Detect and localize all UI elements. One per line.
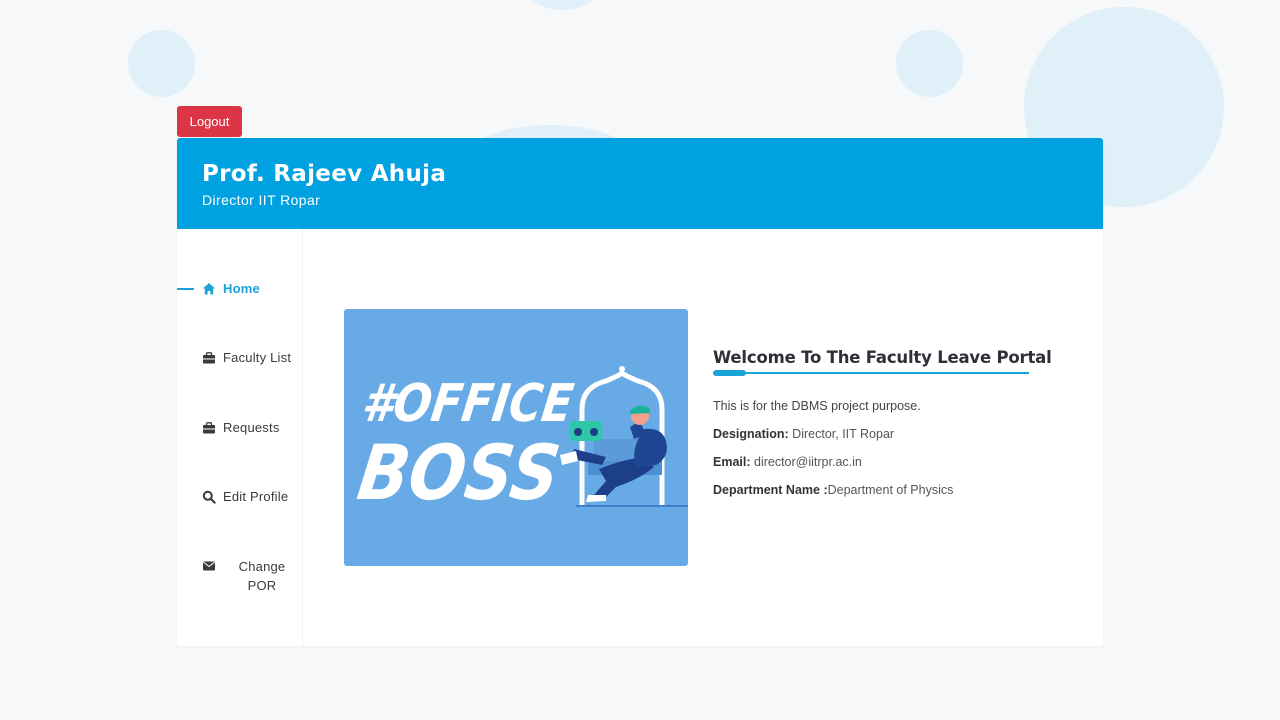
sidebar-item-home[interactable]: Home xyxy=(177,280,302,298)
welcome-description: This is for the DBMS project purpose. xyxy=(713,399,921,413)
department-row: Department Name :Department of Physics xyxy=(713,483,1043,497)
illustration-text-line2: BOSS xyxy=(353,429,565,518)
envelope-icon xyxy=(203,561,215,571)
profile-name: Prof. Rajeev Ahuja xyxy=(202,161,447,187)
card-header: Prof. Rajeev Ahuja Director IIT Ropar xyxy=(177,138,1103,229)
logout-button[interactable]: Logout xyxy=(177,106,242,137)
profile-card: Prof. Rajeev Ahuja Director IIT Ropar Ho… xyxy=(177,138,1103,646)
designation-row: Designation: Director, IIT Ropar xyxy=(713,427,1043,441)
sidebar-item-label: Home xyxy=(223,281,260,296)
department-label: Department Name : xyxy=(713,483,828,497)
department-value: Department of Physics xyxy=(827,483,954,497)
sidebar-item-label: Faculty List xyxy=(223,350,292,365)
welcome-panel: Welcome To The Faculty Leave Portal This… xyxy=(713,348,1052,497)
sidebar-item-faculty-list[interactable]: Faculty List xyxy=(177,349,302,367)
sidebar-item-label: POR xyxy=(247,578,277,593)
designation-value: Director, IIT Ropar xyxy=(788,427,895,441)
sidebar-nav: Home Faculty List Requests Edit Profile … xyxy=(177,229,303,646)
decorative-bubble xyxy=(896,30,963,97)
sidebar-item-edit-profile[interactable]: Edit Profile xyxy=(177,488,302,506)
briefcase-icon xyxy=(203,422,215,434)
illustration-graphic: #OFFICE BOSS xyxy=(353,366,688,518)
office-boss-illustration: #OFFICE BOSS xyxy=(344,309,688,566)
title-underline xyxy=(713,370,1029,376)
sidebar-item-label-group: Change POR xyxy=(233,557,291,595)
illustration-text-line1: #OFFICE xyxy=(358,374,576,434)
sidebar-item-requests[interactable]: Requests xyxy=(177,419,302,437)
decorative-bubble xyxy=(525,0,600,10)
email-row: Email: director@iitrpr.ac.in xyxy=(713,455,1043,469)
email-value: director@iitrpr.ac.in xyxy=(750,455,862,469)
sidebar-item-change-por[interactable]: Change POR xyxy=(177,557,302,597)
sidebar-item-label: Edit Profile xyxy=(223,489,289,504)
home-icon xyxy=(203,283,215,295)
email-label: Email: xyxy=(713,455,751,469)
designation-label: Designation: xyxy=(713,427,789,441)
profile-subtitle: Director IIT Ropar xyxy=(202,192,321,208)
search-icon xyxy=(202,490,216,504)
briefcase-icon xyxy=(203,352,215,364)
decorative-bubble xyxy=(128,30,195,97)
welcome-title: Welcome To The Faculty Leave Portal xyxy=(713,348,1052,367)
sidebar-item-label: Requests xyxy=(223,420,280,435)
sidebar-item-label: Change xyxy=(238,559,286,574)
